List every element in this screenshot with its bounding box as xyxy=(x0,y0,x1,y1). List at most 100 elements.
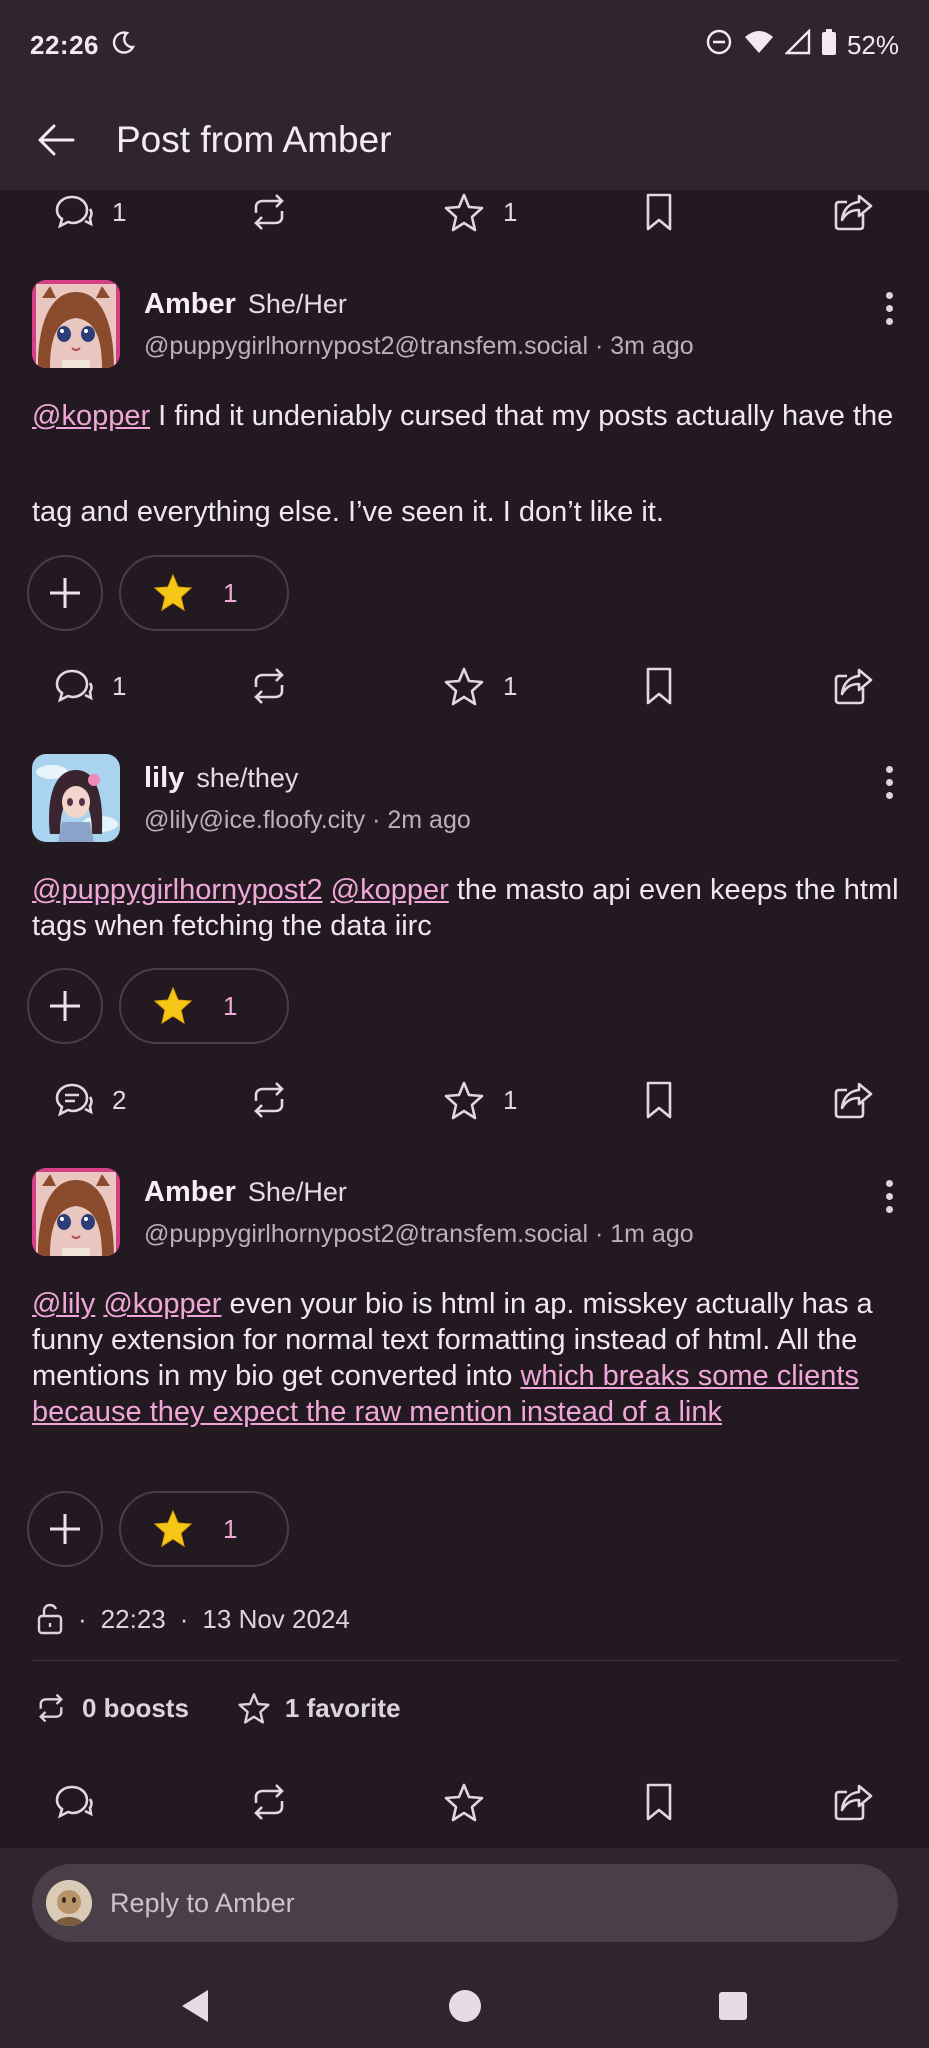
bookmark-button[interactable] xyxy=(642,1070,676,1130)
share-button[interactable] xyxy=(833,656,875,716)
share-button[interactable] xyxy=(833,1070,875,1130)
favorite-button[interactable]: 1 xyxy=(443,656,517,716)
star-outline-icon xyxy=(444,1783,484,1822)
do-not-disturb-moon-icon xyxy=(111,29,137,62)
nav-back-icon[interactable] xyxy=(178,1988,212,2029)
author-name-text: Amber xyxy=(144,1176,236,1208)
divider xyxy=(32,1660,898,1661)
more-options-icon[interactable] xyxy=(879,766,899,799)
favorites-summary[interactable]: 1 favorite xyxy=(237,1692,401,1724)
bookmark-icon xyxy=(646,667,672,705)
unlock-icon xyxy=(37,1603,63,1635)
star-outline-icon xyxy=(444,667,484,706)
share-icon xyxy=(834,1082,873,1119)
post-actions xyxy=(0,1772,929,1832)
avatar[interactable] xyxy=(32,754,120,842)
bookmark-button[interactable] xyxy=(642,182,676,242)
app-bar: Post from Amber xyxy=(0,90,929,190)
reaction-chip-star[interactable]: 1 xyxy=(119,968,289,1044)
share-button[interactable] xyxy=(833,182,875,242)
post-actions: 1 1 xyxy=(0,656,929,716)
share-button[interactable] xyxy=(833,1772,875,1832)
avatar[interactable] xyxy=(32,280,120,368)
reply-bubble-icon xyxy=(55,669,93,703)
star-emoji-icon xyxy=(153,986,193,1025)
status-bar: 22:26 52% xyxy=(0,0,929,90)
post-actions-top: 1 1 xyxy=(0,182,929,242)
bookmark-button[interactable] xyxy=(642,656,676,716)
add-reaction-button[interactable] xyxy=(27,1491,103,1567)
mention-link[interactable]: @kopper xyxy=(32,400,150,432)
boost-button[interactable] xyxy=(248,1772,290,1832)
author-handle: @puppygirlhornypost2@transfem.social · 3… xyxy=(144,332,694,360)
reply-count: 2 xyxy=(112,1084,127,1115)
mention-link[interactable]: @kopper xyxy=(103,1288,221,1320)
reaction-count: 1 xyxy=(223,990,238,1021)
favorite-count: 1 xyxy=(503,196,518,227)
bookmark-button[interactable] xyxy=(642,1772,676,1832)
boost-icon xyxy=(254,1784,284,1820)
author-name[interactable]: Amber She/Her xyxy=(144,1176,347,1209)
reply-button[interactable]: 2 xyxy=(54,1070,126,1130)
reaction-chip-star[interactable]: 1 xyxy=(119,1491,289,1567)
system-nav-bar xyxy=(0,1968,929,2048)
nav-recents-icon[interactable] xyxy=(718,1991,748,2026)
reply-button[interactable]: 1 xyxy=(54,182,126,242)
boosts-count: 0 boosts xyxy=(82,1692,189,1723)
star-outline-icon xyxy=(444,1081,484,1120)
boost-button[interactable] xyxy=(248,182,290,242)
author-name[interactable]: lily she/they xyxy=(144,762,298,795)
post-text: I find it undeniably cursed that my post… xyxy=(150,400,894,432)
plus-icon xyxy=(50,578,80,608)
post-actions: 2 1 xyxy=(0,1070,929,1130)
boosts-summary[interactable]: 0 boosts xyxy=(34,1693,189,1724)
post-text: tag and everything else. I’ve seen it. I… xyxy=(32,496,664,528)
battery-icon xyxy=(821,28,837,63)
star-outline-icon xyxy=(444,193,484,232)
plus-icon xyxy=(50,991,80,1021)
post-body: @kopper I find it undeniably cursed that… xyxy=(32,398,902,434)
author-pronouns: She/Her xyxy=(247,289,347,319)
reply-button[interactable] xyxy=(54,1772,94,1832)
mention-link[interactable]: @lily xyxy=(32,1288,95,1320)
reaction-count: 1 xyxy=(223,1513,238,1544)
share-icon xyxy=(834,668,873,705)
wifi-icon xyxy=(743,29,775,62)
favorite-button[interactable]: 1 xyxy=(443,182,517,242)
favorite-count: 1 xyxy=(503,1084,518,1115)
boost-button[interactable] xyxy=(248,656,290,716)
favorite-button[interactable]: 1 xyxy=(443,1070,517,1130)
reaction-chip-star[interactable]: 1 xyxy=(119,555,289,631)
author-handle: @puppygirlhornypost2@transfem.social · 1… xyxy=(144,1220,694,1248)
reply-input[interactable]: Reply to Amber xyxy=(32,1864,898,1942)
favorite-button[interactable] xyxy=(443,1772,485,1832)
reply-button[interactable]: 1 xyxy=(54,656,126,716)
add-reaction-button[interactable] xyxy=(27,555,103,631)
post-time: 22:23 xyxy=(100,1603,166,1634)
mention-link[interactable]: @kopper xyxy=(331,874,449,906)
star-emoji-icon xyxy=(153,1509,193,1548)
bookmark-icon xyxy=(646,193,672,231)
boost-button[interactable] xyxy=(248,1070,290,1130)
reply-count: 1 xyxy=(112,196,127,227)
battery-percent: 52% xyxy=(846,29,899,60)
post-stats: 0 boosts 1 favorite xyxy=(34,1692,401,1724)
nav-home-icon[interactable] xyxy=(448,1989,482,2028)
mention-link[interactable]: @puppygirlhornypost2 xyxy=(32,874,323,906)
post-meta: · 22:23 · 13 Nov 2024 xyxy=(36,1602,350,1636)
dnd-icon xyxy=(705,28,733,63)
add-reaction-button[interactable] xyxy=(27,968,103,1044)
reply-bubble-icon xyxy=(55,1785,93,1819)
bookmark-icon xyxy=(646,1783,672,1821)
more-options-icon[interactable] xyxy=(879,292,899,325)
more-options-icon[interactable] xyxy=(879,1180,899,1213)
author-name-text: Amber xyxy=(144,288,236,320)
reply-count: 1 xyxy=(112,670,127,701)
reply-thread-icon xyxy=(55,1083,93,1117)
star-outline-icon xyxy=(238,1693,270,1724)
plus-icon xyxy=(50,1514,80,1544)
author-name[interactable]: Amber She/Her xyxy=(144,288,347,321)
share-icon xyxy=(834,1784,873,1821)
avatar[interactable] xyxy=(32,1168,120,1256)
back-arrow-icon[interactable] xyxy=(34,118,78,162)
